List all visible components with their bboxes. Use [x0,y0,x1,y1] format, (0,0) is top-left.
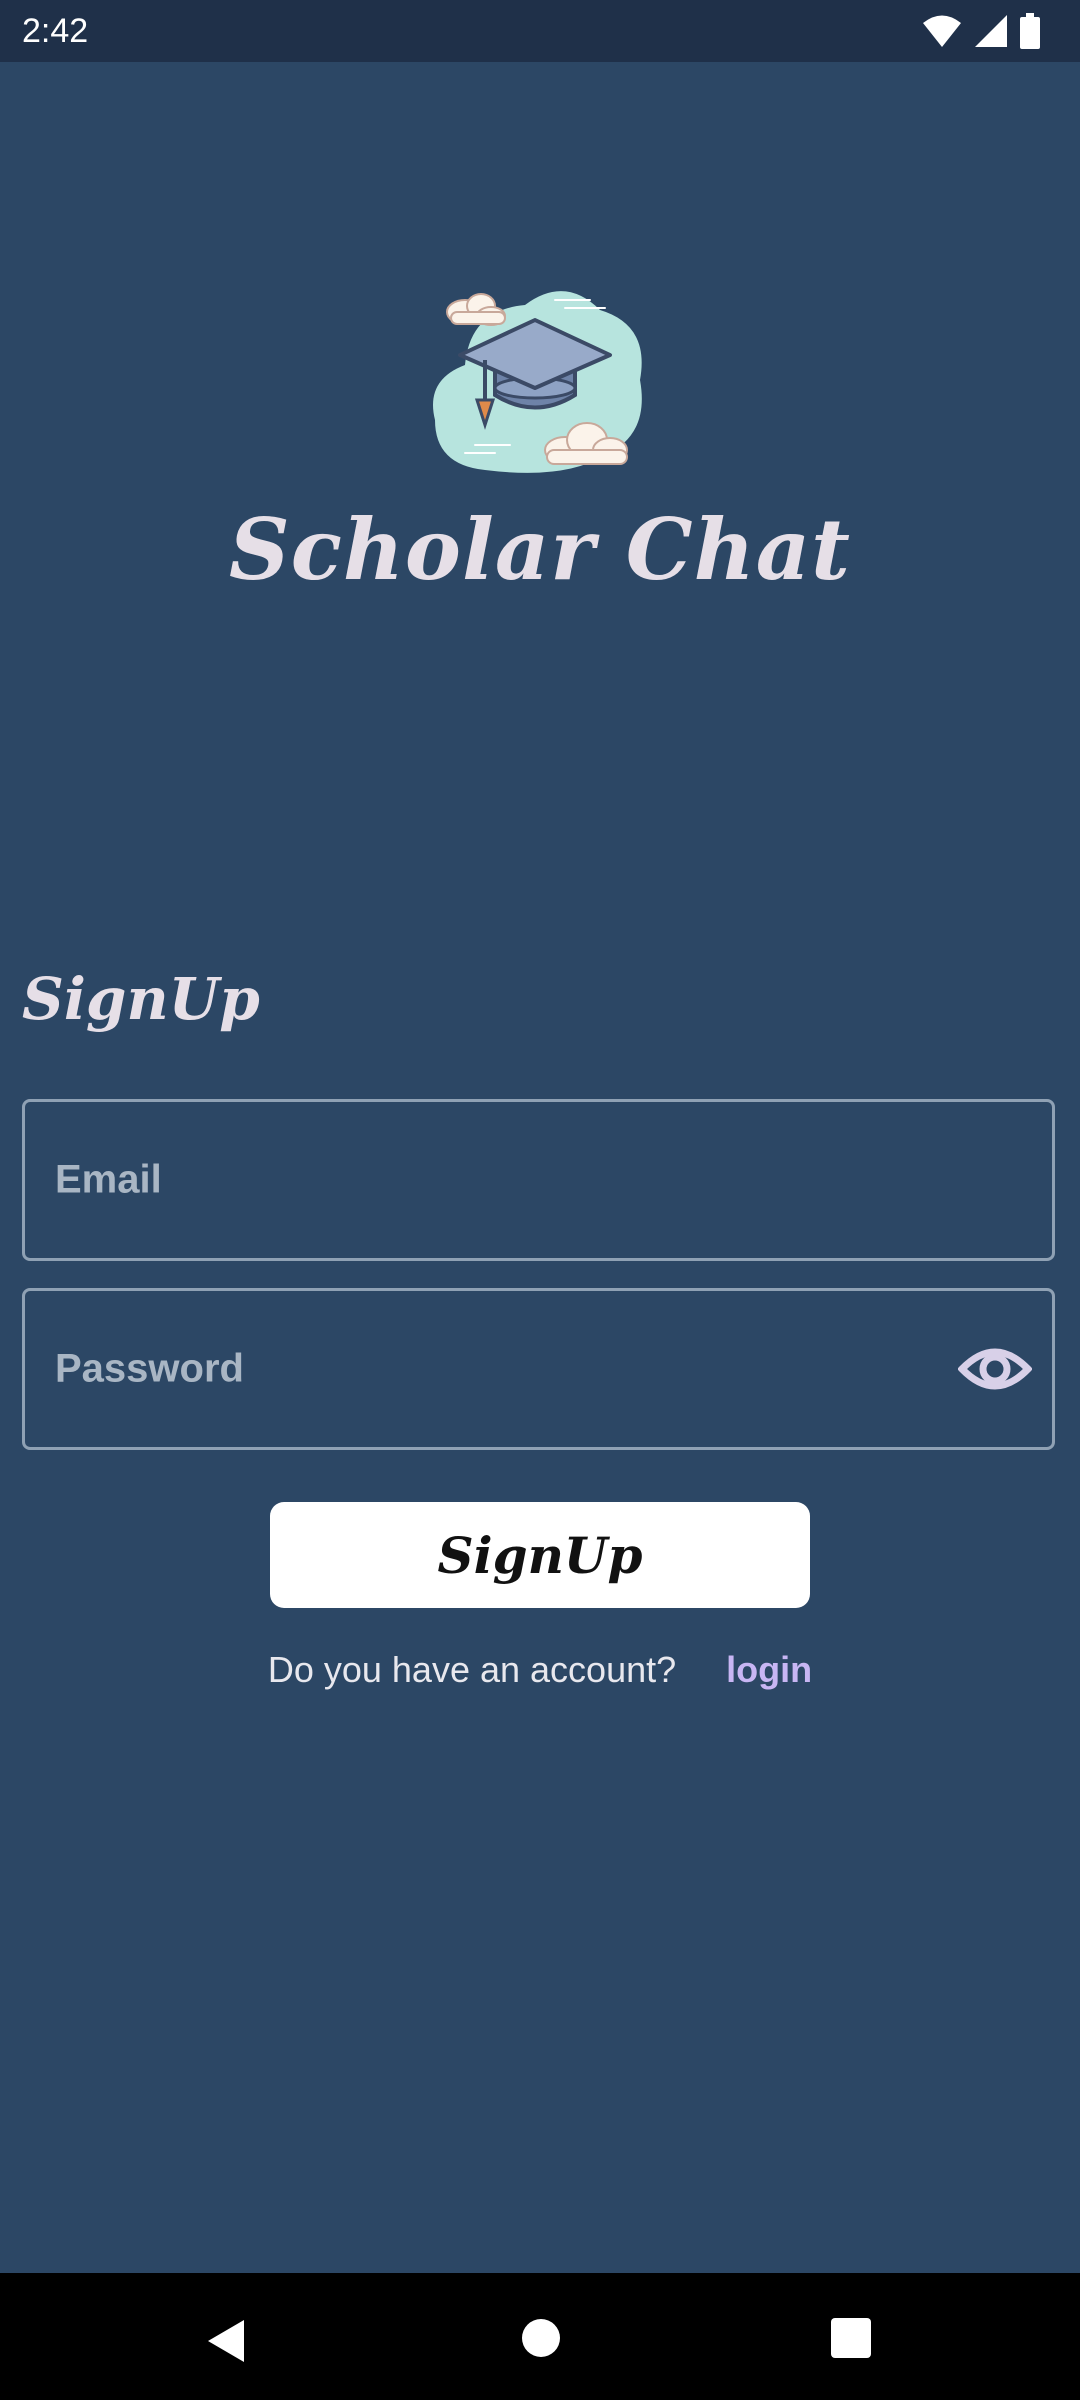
eye-icon[interactable] [958,1341,1032,1397]
status-bar: 2:42 [0,0,1080,62]
wifi-icon [923,15,961,47]
navigation-bar [0,2273,1080,2400]
password-field[interactable]: Password [22,1288,1055,1450]
status-icons [922,12,1040,50]
login-link[interactable]: login [726,1649,812,1690]
password-placeholder: Password [55,1346,244,1391]
email-field[interactable]: Email [22,1099,1055,1261]
signup-heading: SignUp [22,965,260,1033]
status-time: 2:42 [22,12,89,50]
signup-button[interactable]: SignUp [270,1502,810,1608]
account-question: Do you have an account? [267,1649,677,1690]
email-placeholder: Email [55,1157,162,1202]
account-prompt: Do you have an account? login [0,1645,1080,1695]
signal-icon [975,15,1007,47]
back-icon[interactable] [206,2318,246,2364]
recents-icon[interactable] [831,2318,871,2358]
battery-icon [1020,13,1040,49]
graduation-cap-logo [433,291,642,473]
app-title: Scholar Chat [229,500,851,599]
home-icon[interactable] [522,2319,560,2357]
